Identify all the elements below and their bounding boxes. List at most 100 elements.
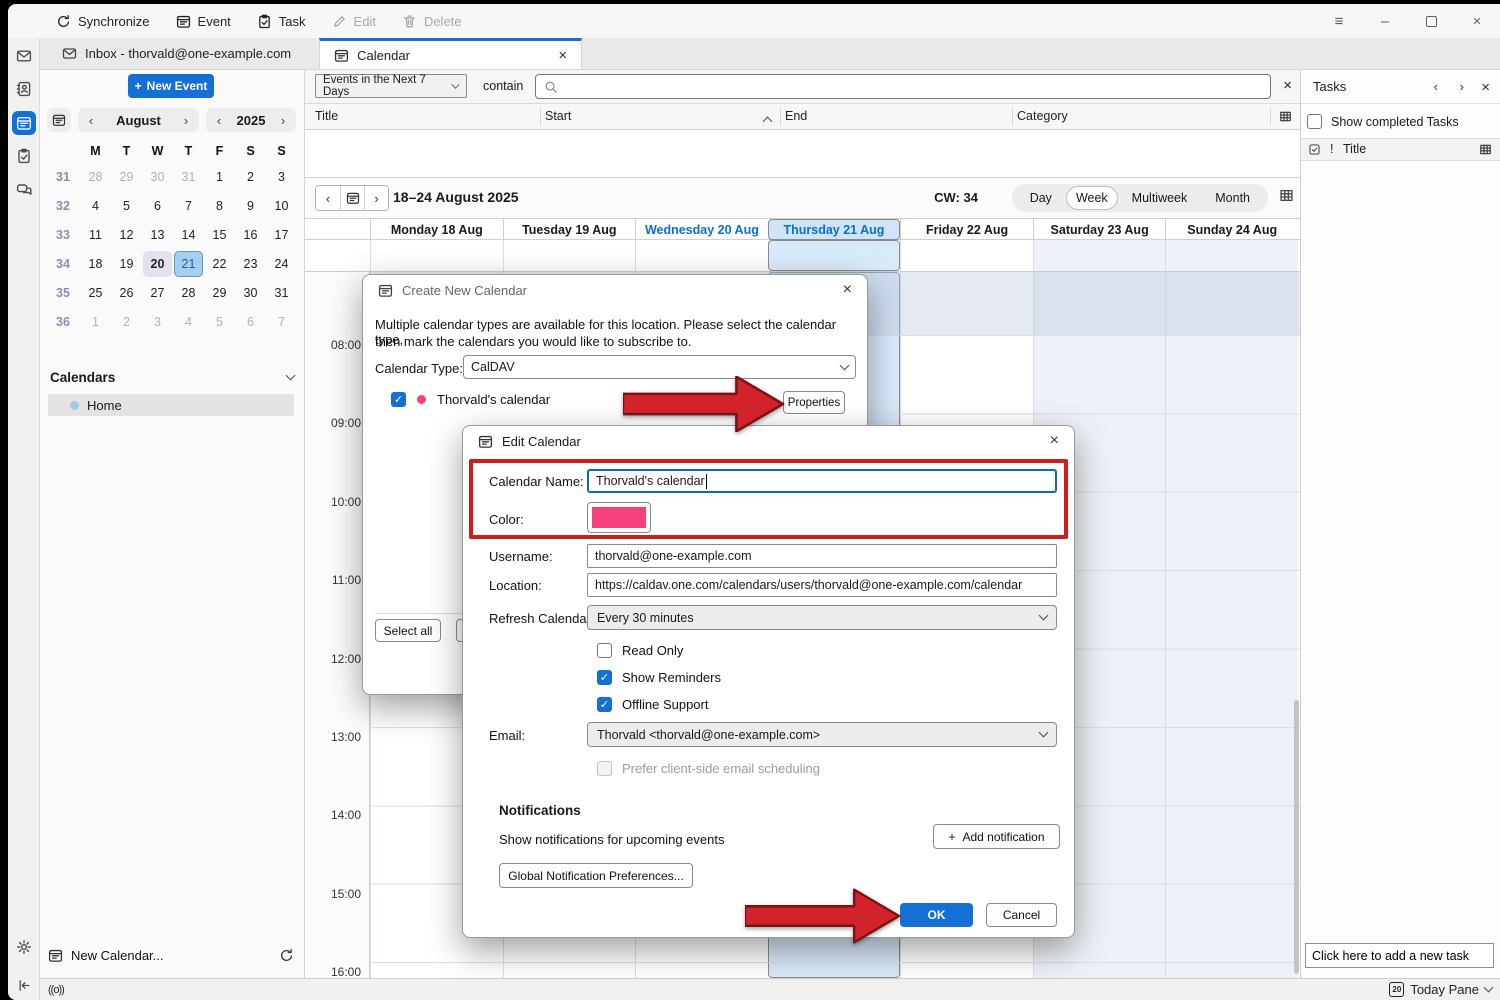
minimonth-day[interactable]: 31 [173,162,204,191]
close-window-button[interactable]: × [1454,6,1500,36]
minimonth-today-button[interactable] [47,108,71,132]
minimonth-day[interactable]: 23 [235,249,266,278]
space-addressbook-button[interactable] [12,77,36,101]
minimonth-day[interactable]: 24 [266,249,297,278]
calendar-list-item-home[interactable]: Home [48,394,294,416]
minimonth-day[interactable]: 27 [142,278,173,307]
minimonth-day[interactable]: 18 [80,249,111,278]
completed-column-icon[interactable] [1308,143,1321,156]
view-day-button[interactable]: Day [1016,184,1066,212]
offline-support-row[interactable]: ✓ Offline Support [597,697,708,712]
minimonth-day[interactable]: 31 [266,278,297,307]
add-task-input[interactable]: Click here to add a new task [1305,943,1494,968]
scrollbar-thumb[interactable] [1294,700,1299,974]
all-day-cell[interactable] [1165,240,1298,271]
refresh-dropdown[interactable]: Every 30 minutes [587,605,1057,630]
minimonth-day[interactable]: 22 [204,249,235,278]
all-day-cell[interactable] [370,240,503,271]
minimonth-day[interactable]: 30 [235,278,266,307]
day-header[interactable]: Wednesday 20 Aug [635,219,768,240]
minimonth-day[interactable]: 12 [111,220,142,249]
minimonth-day[interactable]: 30 [142,162,173,191]
all-day-cell[interactable] [1033,240,1166,271]
minimonth-day[interactable]: 1 [204,162,235,191]
color-picker-button[interactable] [587,502,651,533]
event-list-body[interactable] [305,130,1300,178]
refresh-icon[interactable] [279,948,294,963]
minimonth-day[interactable]: 5 [204,307,235,336]
read-only-checkbox[interactable] [597,643,612,658]
day-header[interactable]: Tuesday 19 Aug [503,219,636,240]
column-picker-icon[interactable] [1479,143,1492,156]
minimonth-day[interactable]: 28 [173,278,204,307]
minimonth-day[interactable]: 15 [204,220,235,249]
minimonth-day[interactable]: 3 [142,307,173,336]
prev-year-button[interactable]: ‹ [206,113,232,128]
day-header[interactable]: Monday 18 Aug [370,219,503,240]
today-pane-toggle[interactable]: 20 Today Pane [1389,982,1492,997]
next-month-button[interactable]: › [173,113,199,128]
minimonth-day[interactable]: 2 [111,307,142,336]
tasks-close-icon[interactable]: × [1481,79,1490,96]
minimonth-day[interactable]: 19 [111,249,142,278]
minimonth-day[interactable]: 4 [173,307,204,336]
prev-week-button[interactable]: ‹ [316,186,340,210]
settings-button[interactable] [12,935,36,959]
col-title[interactable]: Title [315,109,338,123]
col-end[interactable]: End [785,109,807,123]
collapse-spaces-button[interactable] [12,973,36,997]
show-reminders-row[interactable]: ✓ Show Reminders [597,670,721,685]
show-completed-row[interactable]: Show completed Tasks [1307,114,1459,129]
email-dropdown[interactable]: Thorvald <thorvald@one-example.com> [587,722,1057,747]
space-tasks-button[interactable] [12,144,36,168]
location-input[interactable]: https://caldav.one.com/calendars/users/t… [587,573,1057,597]
event-button[interactable]: Event [176,14,231,29]
show-completed-checkbox[interactable] [1307,114,1322,129]
minimonth-day[interactable]: 8 [204,191,235,220]
all-day-cell[interactable] [503,240,636,271]
tasks-prev-icon[interactable]: ‹ [1434,79,1438,94]
close-dialog-icon[interactable]: × [843,281,852,299]
add-notification-button[interactable]: + Add notification [933,824,1060,849]
day-column[interactable] [1165,272,1298,978]
day-header[interactable]: Friday 22 Aug [900,219,1033,240]
day-header[interactable]: Sunday 24 Aug [1165,219,1298,240]
maximize-button[interactable] [1408,6,1454,36]
tab-calendar[interactable]: Calendar × [319,38,582,69]
new-calendar-button[interactable]: New Calendar... [44,943,298,967]
minimonth-day[interactable]: 26 [111,278,142,307]
minimonth-day[interactable]: 7 [173,191,204,220]
minimonth-day[interactable]: 1 [80,307,111,336]
synchronize-button[interactable]: Synchronize [56,14,150,29]
tab-inbox[interactable]: Inbox - thorvald@one-example.com [48,38,305,69]
calendars-section-header[interactable]: Calendars [50,370,294,385]
priority-column[interactable]: ! [1330,142,1333,156]
view-multiweek-button[interactable]: Multiweek [1118,184,1202,212]
minimize-button[interactable]: – [1362,6,1408,36]
minimonth-day[interactable]: 13 [142,220,173,249]
column-picker-icon[interactable] [1279,110,1292,123]
next-year-button[interactable]: › [270,113,296,128]
minimonth-day[interactable]: 25 [80,278,111,307]
new-event-button[interactable]: + New Event [128,74,214,98]
username-input[interactable]: thorvald@one-example.com [587,544,1057,568]
minimonth-day[interactable]: 11 [80,220,111,249]
delete-button[interactable]: Delete [402,14,462,29]
calendar-checkbox[interactable]: ✓ [391,392,406,407]
global-notification-prefs-button[interactable]: Global Notification Preferences... [499,863,693,888]
space-mail-button[interactable] [12,44,36,68]
all-day-cell[interactable] [768,240,901,271]
app-menu-button[interactable]: ≡ [1316,6,1362,36]
show-reminders-checkbox[interactable]: ✓ [597,670,612,685]
col-start[interactable]: Start [545,109,571,123]
goto-today-button[interactable] [340,186,364,210]
properties-button[interactable]: Properties [783,391,845,414]
prev-month-button[interactable]: ‹ [78,113,104,128]
offline-support-checkbox[interactable]: ✓ [597,697,612,712]
minimonth-day[interactable]: 14 [173,220,204,249]
minimonth-day[interactable]: 6 [235,307,266,336]
network-status-icon[interactable]: ((o)) [48,984,64,996]
all-day-cell[interactable] [635,240,768,271]
view-month-button[interactable]: Month [1201,184,1264,212]
minimonth-day[interactable]: 16 [235,220,266,249]
